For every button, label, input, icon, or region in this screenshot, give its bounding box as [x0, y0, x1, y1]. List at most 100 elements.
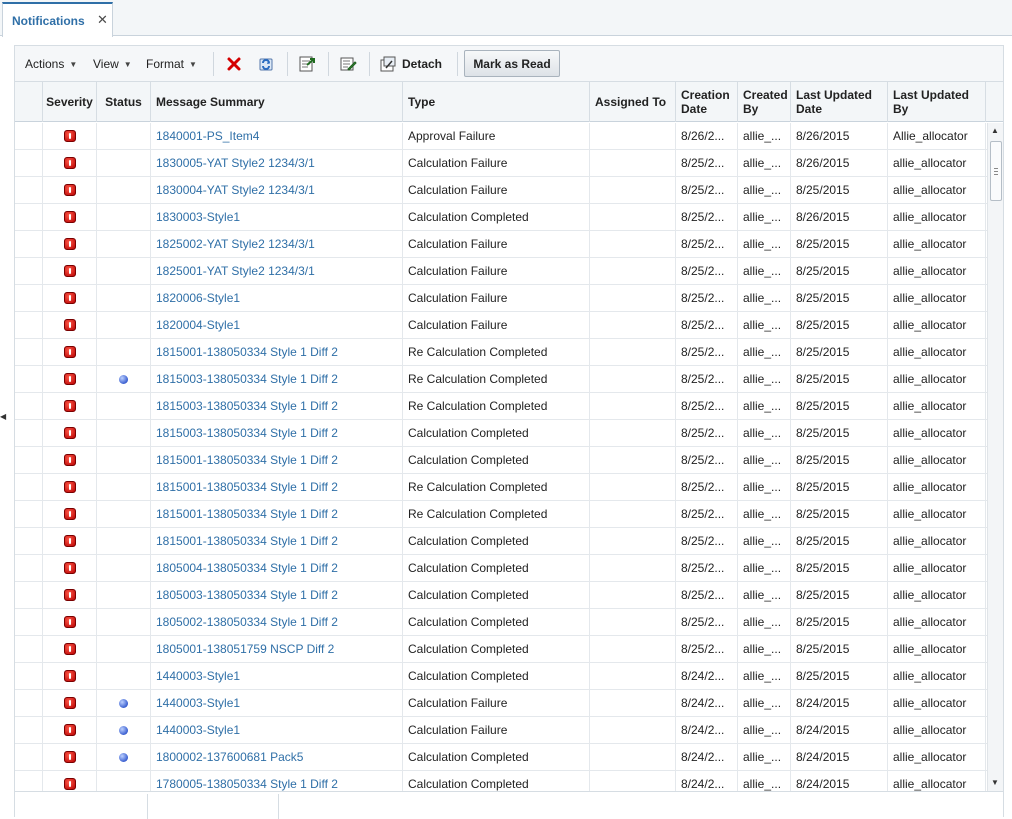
message-summary-link[interactable]: 1815001-138050334 Style 1 Diff 2 — [151, 501, 403, 527]
table-row[interactable]: 1440003-Style1 Calculation Failure 8/24/2.… — [15, 717, 987, 744]
message-summary-link[interactable]: 1805004-138050334 Style 1 Diff 2 — [151, 555, 403, 581]
table-row[interactable]: 1805001-138051759 NSCP Diff 2 Calculation… — [15, 636, 987, 663]
row-selector-cell — [15, 366, 43, 392]
message-summary-link[interactable]: 1805001-138051759 NSCP Diff 2 — [151, 636, 403, 662]
column-header-status[interactable]: Status — [97, 82, 151, 122]
message-summary-link[interactable]: 1815001-138050334 Style 1 Diff 2 — [151, 474, 403, 500]
created-by-cell: allie_... — [738, 285, 791, 311]
column-header-type[interactable]: Type — [403, 82, 590, 122]
table-row[interactable]: 1815003-138050334 Style 1 Diff 2 Re Calcu… — [15, 366, 987, 393]
table-row[interactable]: 1805002-138050334 Style 1 Diff 2 Calculat… — [15, 609, 987, 636]
created-by-cell: allie_... — [738, 717, 791, 743]
message-summary-link[interactable]: 1820004-Style1 — [151, 312, 403, 338]
table-row[interactable]: 1805004-138050334 Style 1 Diff 2 Calculat… — [15, 555, 987, 582]
last-updated-by-cell: allie_allocator — [888, 771, 986, 791]
status-cell — [97, 339, 151, 365]
column-header-created-by[interactable]: Created By — [738, 82, 791, 122]
created-by-cell: allie_... — [738, 528, 791, 554]
message-summary-link[interactable]: 1815003-138050334 Style 1 Diff 2 — [151, 420, 403, 446]
view-menu-label: View — [93, 57, 119, 71]
delete-button[interactable] — [224, 54, 244, 74]
last-updated-by-cell: allie_allocator — [888, 393, 986, 419]
message-summary-link[interactable]: 1440003-Style1 — [151, 690, 403, 716]
column-header-severity[interactable]: Severity — [43, 82, 97, 122]
refresh-button[interactable] — [256, 54, 276, 74]
message-summary-link[interactable]: 1805002-138050334 Style 1 Diff 2 — [151, 609, 403, 635]
actions-menu-label: Actions — [25, 57, 65, 71]
table-row[interactable]: 1825001-YAT Style2 1234/3/1 Calculation F… — [15, 258, 987, 285]
actions-menu[interactable]: Actions ▼ — [25, 57, 77, 71]
panel-splitter-handle[interactable]: ◀ — [0, 412, 6, 422]
assigned-to-cell — [590, 555, 676, 581]
status-cell — [97, 177, 151, 203]
message-summary-link[interactable]: 1440003-Style1 — [151, 717, 403, 743]
type-cell: Calculation Completed — [403, 636, 590, 662]
table-row[interactable]: 1830005-YAT Style2 1234/3/1 Calculation F… — [15, 150, 987, 177]
table-row[interactable]: 1800002-137600681 Pack5 Calculation Compl… — [15, 744, 987, 771]
close-icon[interactable]: ✕ — [97, 12, 108, 28]
table-row[interactable]: 1815001-138050334 Style 1 Diff 2 Calculat… — [15, 447, 987, 474]
last-updated-date-cell: 8/25/2015 — [791, 312, 888, 338]
export-button[interactable] — [297, 54, 317, 74]
table-row[interactable]: 1815003-138050334 Style 1 Diff 2 Calculat… — [15, 420, 987, 447]
table-row[interactable]: 1840001-PS_Item4 Approval Failure 8/26/2..… — [15, 123, 987, 150]
message-summary-link[interactable]: 1830004-YAT Style2 1234/3/1 — [151, 177, 403, 203]
message-summary-link[interactable]: 1830005-YAT Style2 1234/3/1 — [151, 150, 403, 176]
column-header-creation-date[interactable]: Creation Date — [676, 82, 738, 122]
mark-as-read-button[interactable]: Mark as Read — [464, 50, 560, 77]
status-cell — [97, 582, 151, 608]
message-summary-link[interactable]: 1825002-YAT Style2 1234/3/1 — [151, 231, 403, 257]
message-summary-link[interactable]: 1815001-138050334 Style 1 Diff 2 — [151, 339, 403, 365]
format-menu[interactable]: Format ▼ — [146, 57, 197, 71]
message-summary-link[interactable]: 1830003-Style1 — [151, 204, 403, 230]
table-row[interactable]: 1815001-138050334 Style 1 Diff 2 Re Calcu… — [15, 339, 987, 366]
message-summary-link[interactable]: 1805003-138050334 Style 1 Diff 2 — [151, 582, 403, 608]
column-header-last-updated-by[interactable]: Last Updated By — [888, 82, 986, 122]
message-summary-link[interactable]: 1815003-138050334 Style 1 Diff 2 — [151, 393, 403, 419]
table-row[interactable]: 1815001-138050334 Style 1 Diff 2 Re Calcu… — [15, 501, 987, 528]
message-summary-link[interactable]: 1825001-YAT Style2 1234/3/1 — [151, 258, 403, 284]
table-row[interactable]: 1830003-Style1 Calculation Completed 8/25/… — [15, 204, 987, 231]
created-by-cell: allie_... — [738, 501, 791, 527]
message-summary-link[interactable]: 1820006-Style1 — [151, 285, 403, 311]
table-row[interactable]: 1440003-Style1 Calculation Failure 8/24/2.… — [15, 690, 987, 717]
table-row[interactable]: 1805003-138050334 Style 1 Diff 2 Calculat… — [15, 582, 987, 609]
scroll-up-icon[interactable]: ▲ — [991, 126, 999, 135]
view-menu[interactable]: View ▼ — [93, 57, 132, 71]
column-header-message-summary[interactable]: Message Summary — [151, 82, 403, 122]
table-row[interactable]: 1825002-YAT Style2 1234/3/1 Calculation F… — [15, 231, 987, 258]
scroll-thumb[interactable] — [990, 141, 1002, 201]
table-row[interactable]: 1820006-Style1 Calculation Failure 8/25/2.… — [15, 285, 987, 312]
table-row[interactable]: 1815001-138050334 Style 1 Diff 2 Re Calcu… — [15, 474, 987, 501]
table-row[interactable]: 1830004-YAT Style2 1234/3/1 Calculation F… — [15, 177, 987, 204]
scroll-down-icon[interactable]: ▼ — [991, 778, 999, 787]
message-summary-link[interactable]: 1815001-138050334 Style 1 Diff 2 — [151, 528, 403, 554]
message-summary-link[interactable]: 1840001-PS_Item4 — [151, 123, 403, 149]
creation-date-cell: 8/25/2... — [676, 555, 738, 581]
status-cell — [97, 528, 151, 554]
column-header-last-updated-date[interactable]: Last Updated Date — [791, 82, 888, 122]
error-icon — [63, 292, 76, 304]
table-row[interactable]: 1440003-Style1 Calculation Completed 8/24/… — [15, 663, 987, 690]
table-row[interactable]: 1815001-138050334 Style 1 Diff 2 Calculat… — [15, 528, 987, 555]
column-header-assigned-to[interactable]: Assigned To — [590, 82, 676, 122]
tab-notifications[interactable]: Notifications ✕ — [2, 2, 113, 37]
last-updated-date-cell: 8/25/2015 — [791, 555, 888, 581]
table-row[interactable]: 1815003-138050334 Style 1 Diff 2 Re Calcu… — [15, 393, 987, 420]
last-updated-date-cell: 8/26/2015 — [791, 150, 888, 176]
detach-button[interactable]: Detach — [379, 54, 442, 74]
message-summary-link[interactable]: 1780005-138050334 Style 1 Diff 2 — [151, 771, 403, 791]
type-cell: Calculation Completed — [403, 609, 590, 635]
message-summary-link[interactable]: 1800002-137600681 Pack5 — [151, 744, 403, 770]
last-updated-date-cell: 8/25/2015 — [791, 474, 888, 500]
edit-button[interactable] — [338, 54, 358, 74]
message-summary-link[interactable]: 1815001-138050334 Style 1 Diff 2 — [151, 447, 403, 473]
creation-date-cell: 8/25/2... — [676, 420, 738, 446]
status-cell — [97, 285, 151, 311]
message-summary-link[interactable]: 1815003-138050334 Style 1 Diff 2 — [151, 366, 403, 392]
table-row[interactable]: 1780005-138050334 Style 1 Diff 2 Calculat… — [15, 771, 987, 791]
message-summary-link[interactable]: 1440003-Style1 — [151, 663, 403, 689]
vertical-scrollbar[interactable]: ▲ ▼ — [987, 123, 1003, 791]
table-row[interactable]: 1820004-Style1 Calculation Failure 8/25/2.… — [15, 312, 987, 339]
creation-date-cell: 8/24/2... — [676, 663, 738, 689]
